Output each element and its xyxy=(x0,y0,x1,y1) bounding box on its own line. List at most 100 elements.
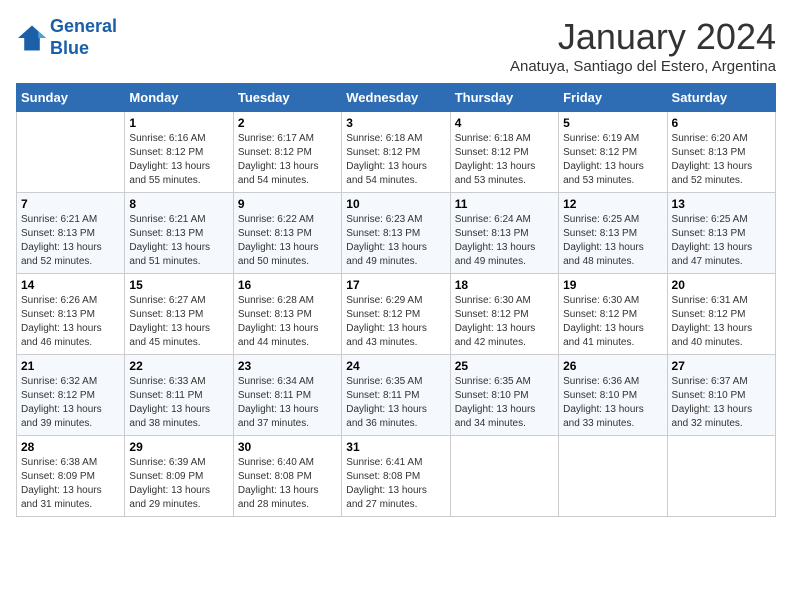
calendar-cell: 18 Sunrise: 6:30 AM Sunset: 8:12 PM Dayl… xyxy=(450,274,558,355)
day-info: Sunrise: 6:18 AM Sunset: 8:12 PM Dayligh… xyxy=(346,132,445,188)
calendar-table: SundayMondayTuesdayWednesdayThursdayFrid… xyxy=(16,83,776,517)
day-number: 9 xyxy=(238,197,337,211)
weekday-header-friday: Friday xyxy=(559,84,667,112)
logo: General Blue xyxy=(16,16,117,59)
calendar-cell: 30 Sunrise: 6:40 AM Sunset: 8:08 PM Dayl… xyxy=(233,436,341,517)
day-number: 18 xyxy=(455,278,554,292)
day-number: 2 xyxy=(238,116,337,130)
calendar-cell: 11 Sunrise: 6:24 AM Sunset: 8:13 PM Dayl… xyxy=(450,193,558,274)
day-info: Sunrise: 6:23 AM Sunset: 8:13 PM Dayligh… xyxy=(346,213,445,269)
calendar-cell: 17 Sunrise: 6:29 AM Sunset: 8:12 PM Dayl… xyxy=(342,274,450,355)
calendar-cell: 8 Sunrise: 6:21 AM Sunset: 8:13 PM Dayli… xyxy=(125,193,233,274)
logo-icon xyxy=(16,24,48,52)
day-info: Sunrise: 6:35 AM Sunset: 8:10 PM Dayligh… xyxy=(455,375,554,431)
day-number: 31 xyxy=(346,440,445,454)
calendar-cell: 7 Sunrise: 6:21 AM Sunset: 8:13 PM Dayli… xyxy=(17,193,125,274)
week-row-1: 1 Sunrise: 6:16 AM Sunset: 8:12 PM Dayli… xyxy=(17,112,776,193)
calendar-cell: 21 Sunrise: 6:32 AM Sunset: 8:12 PM Dayl… xyxy=(17,355,125,436)
day-number: 3 xyxy=(346,116,445,130)
day-number: 6 xyxy=(672,116,771,130)
weekday-header-monday: Monday xyxy=(125,84,233,112)
day-info: Sunrise: 6:34 AM Sunset: 8:11 PM Dayligh… xyxy=(238,375,337,431)
day-number: 13 xyxy=(672,197,771,211)
day-info: Sunrise: 6:19 AM Sunset: 8:12 PM Dayligh… xyxy=(563,132,662,188)
day-info: Sunrise: 6:16 AM Sunset: 8:12 PM Dayligh… xyxy=(129,132,228,188)
day-info: Sunrise: 6:30 AM Sunset: 8:12 PM Dayligh… xyxy=(455,294,554,350)
day-number: 19 xyxy=(563,278,662,292)
day-number: 23 xyxy=(238,359,337,373)
calendar-cell: 1 Sunrise: 6:16 AM Sunset: 8:12 PM Dayli… xyxy=(125,112,233,193)
calendar-cell: 27 Sunrise: 6:37 AM Sunset: 8:10 PM Dayl… xyxy=(667,355,775,436)
day-info: Sunrise: 6:21 AM Sunset: 8:13 PM Dayligh… xyxy=(129,213,228,269)
day-number: 27 xyxy=(672,359,771,373)
weekday-header-row: SundayMondayTuesdayWednesdayThursdayFrid… xyxy=(17,84,776,112)
day-info: Sunrise: 6:18 AM Sunset: 8:12 PM Dayligh… xyxy=(455,132,554,188)
day-info: Sunrise: 6:26 AM Sunset: 8:13 PM Dayligh… xyxy=(21,294,120,350)
day-number: 15 xyxy=(129,278,228,292)
calendar-cell: 26 Sunrise: 6:36 AM Sunset: 8:10 PM Dayl… xyxy=(559,355,667,436)
weekday-header-thursday: Thursday xyxy=(450,84,558,112)
day-number: 17 xyxy=(346,278,445,292)
calendar-cell: 13 Sunrise: 6:25 AM Sunset: 8:13 PM Dayl… xyxy=(667,193,775,274)
calendar-cell: 14 Sunrise: 6:26 AM Sunset: 8:13 PM Dayl… xyxy=(17,274,125,355)
weekday-header-tuesday: Tuesday xyxy=(233,84,341,112)
title-block: January 2024 Anatuya, Santiago del Ester… xyxy=(510,16,776,75)
calendar-cell: 25 Sunrise: 6:35 AM Sunset: 8:10 PM Dayl… xyxy=(450,355,558,436)
calendar-cell: 4 Sunrise: 6:18 AM Sunset: 8:12 PM Dayli… xyxy=(450,112,558,193)
calendar-cell xyxy=(17,112,125,193)
day-info: Sunrise: 6:33 AM Sunset: 8:11 PM Dayligh… xyxy=(129,375,228,431)
day-info: Sunrise: 6:35 AM Sunset: 8:11 PM Dayligh… xyxy=(346,375,445,431)
calendar-cell: 29 Sunrise: 6:39 AM Sunset: 8:09 PM Dayl… xyxy=(125,436,233,517)
calendar-cell xyxy=(450,436,558,517)
day-info: Sunrise: 6:21 AM Sunset: 8:13 PM Dayligh… xyxy=(21,213,120,269)
day-info: Sunrise: 6:24 AM Sunset: 8:13 PM Dayligh… xyxy=(455,213,554,269)
calendar-cell: 10 Sunrise: 6:23 AM Sunset: 8:13 PM Dayl… xyxy=(342,193,450,274)
logo-text: General Blue xyxy=(50,16,117,59)
day-number: 20 xyxy=(672,278,771,292)
calendar-cell: 12 Sunrise: 6:25 AM Sunset: 8:13 PM Dayl… xyxy=(559,193,667,274)
calendar-cell xyxy=(559,436,667,517)
week-row-3: 14 Sunrise: 6:26 AM Sunset: 8:13 PM Dayl… xyxy=(17,274,776,355)
day-number: 26 xyxy=(563,359,662,373)
calendar-cell: 9 Sunrise: 6:22 AM Sunset: 8:13 PM Dayli… xyxy=(233,193,341,274)
calendar-cell: 5 Sunrise: 6:19 AM Sunset: 8:12 PM Dayli… xyxy=(559,112,667,193)
day-info: Sunrise: 6:39 AM Sunset: 8:09 PM Dayligh… xyxy=(129,456,228,512)
month-title: January 2024 xyxy=(510,16,776,58)
page-header: General Blue January 2024 Anatuya, Santi… xyxy=(16,16,776,75)
weekday-header-saturday: Saturday xyxy=(667,84,775,112)
day-info: Sunrise: 6:32 AM Sunset: 8:12 PM Dayligh… xyxy=(21,375,120,431)
day-info: Sunrise: 6:28 AM Sunset: 8:13 PM Dayligh… xyxy=(238,294,337,350)
calendar-cell: 15 Sunrise: 6:27 AM Sunset: 8:13 PM Dayl… xyxy=(125,274,233,355)
calendar-cell: 20 Sunrise: 6:31 AM Sunset: 8:12 PM Dayl… xyxy=(667,274,775,355)
calendar-cell: 22 Sunrise: 6:33 AM Sunset: 8:11 PM Dayl… xyxy=(125,355,233,436)
calendar-cell: 28 Sunrise: 6:38 AM Sunset: 8:09 PM Dayl… xyxy=(17,436,125,517)
week-row-5: 28 Sunrise: 6:38 AM Sunset: 8:09 PM Dayl… xyxy=(17,436,776,517)
day-info: Sunrise: 6:36 AM Sunset: 8:10 PM Dayligh… xyxy=(563,375,662,431)
day-number: 21 xyxy=(21,359,120,373)
day-info: Sunrise: 6:17 AM Sunset: 8:12 PM Dayligh… xyxy=(238,132,337,188)
calendar-cell: 3 Sunrise: 6:18 AM Sunset: 8:12 PM Dayli… xyxy=(342,112,450,193)
calendar-cell: 16 Sunrise: 6:28 AM Sunset: 8:13 PM Dayl… xyxy=(233,274,341,355)
calendar-cell: 19 Sunrise: 6:30 AM Sunset: 8:12 PM Dayl… xyxy=(559,274,667,355)
day-number: 29 xyxy=(129,440,228,454)
weekday-header-wednesday: Wednesday xyxy=(342,84,450,112)
calendar-cell: 23 Sunrise: 6:34 AM Sunset: 8:11 PM Dayl… xyxy=(233,355,341,436)
day-info: Sunrise: 6:31 AM Sunset: 8:12 PM Dayligh… xyxy=(672,294,771,350)
calendar-cell xyxy=(667,436,775,517)
day-number: 24 xyxy=(346,359,445,373)
location-subtitle: Anatuya, Santiago del Estero, Argentina xyxy=(510,58,776,75)
day-info: Sunrise: 6:37 AM Sunset: 8:10 PM Dayligh… xyxy=(672,375,771,431)
day-number: 16 xyxy=(238,278,337,292)
week-row-2: 7 Sunrise: 6:21 AM Sunset: 8:13 PM Dayli… xyxy=(17,193,776,274)
day-number: 7 xyxy=(21,197,120,211)
day-number: 28 xyxy=(21,440,120,454)
day-info: Sunrise: 6:41 AM Sunset: 8:08 PM Dayligh… xyxy=(346,456,445,512)
day-info: Sunrise: 6:40 AM Sunset: 8:08 PM Dayligh… xyxy=(238,456,337,512)
day-info: Sunrise: 6:27 AM Sunset: 8:13 PM Dayligh… xyxy=(129,294,228,350)
weekday-header-sunday: Sunday xyxy=(17,84,125,112)
day-info: Sunrise: 6:20 AM Sunset: 8:13 PM Dayligh… xyxy=(672,132,771,188)
day-info: Sunrise: 6:30 AM Sunset: 8:12 PM Dayligh… xyxy=(563,294,662,350)
day-number: 8 xyxy=(129,197,228,211)
day-info: Sunrise: 6:25 AM Sunset: 8:13 PM Dayligh… xyxy=(672,213,771,269)
week-row-4: 21 Sunrise: 6:32 AM Sunset: 8:12 PM Dayl… xyxy=(17,355,776,436)
